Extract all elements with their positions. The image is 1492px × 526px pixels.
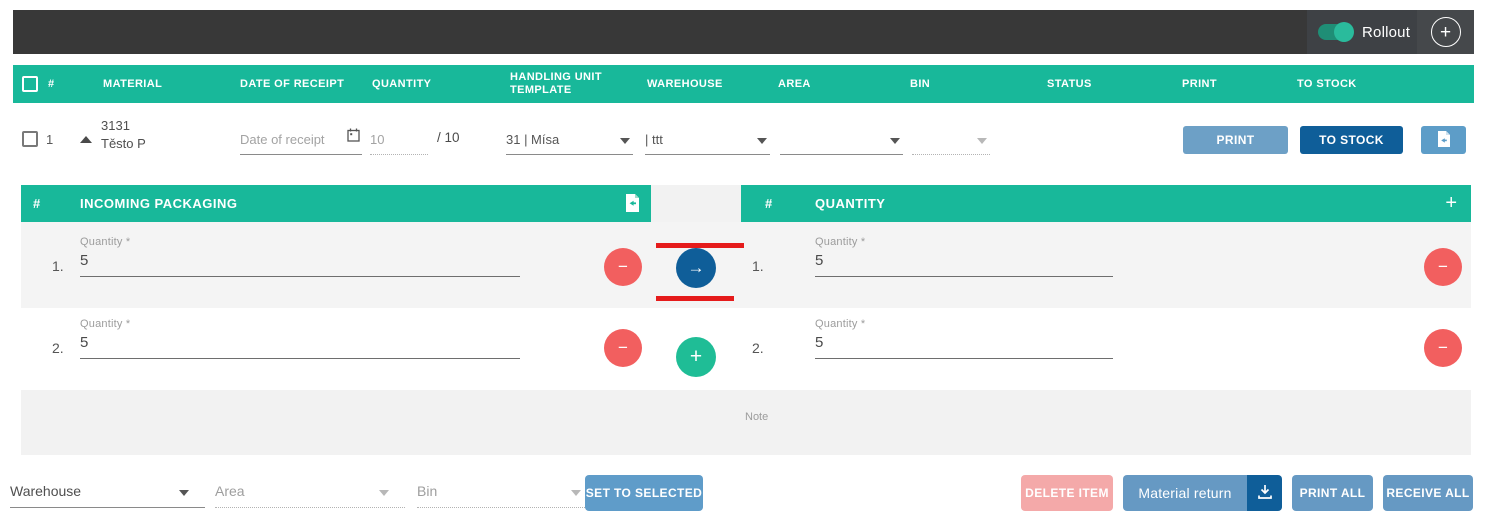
col-area: AREA — [778, 78, 811, 90]
quantity-field-value[interactable]: 5 — [80, 252, 88, 269]
quantity-field-label: Quantity * — [815, 318, 865, 330]
select-all-checkbox[interactable] — [22, 76, 38, 92]
transfer-arrow-button[interactable]: → — [676, 248, 716, 288]
copy-from-document-icon[interactable] — [624, 194, 639, 217]
col-status: STATUS — [1047, 78, 1092, 90]
chevron-down-icon — [179, 490, 189, 496]
material-return-download-button[interactable] — [1247, 475, 1282, 511]
quantity-field-value[interactable]: 5 — [815, 252, 823, 269]
quantity-field-label: Quantity * — [80, 318, 130, 330]
area-select[interactable] — [780, 123, 903, 155]
rollout-label: Rollout — [1362, 24, 1410, 41]
material-name: Těsto P — [101, 135, 146, 153]
row2-stripe — [21, 308, 1471, 390]
col-hash: # — [48, 78, 55, 90]
footer-bin-placeholder: Bin — [417, 483, 437, 499]
plus-circle-icon: + — [1431, 17, 1461, 47]
table-header: # MATERIAL DATE OF RECEIPT QUANTITY HAND… — [13, 65, 1474, 103]
col-warehouse: WAREHOUSE — [647, 78, 723, 90]
print-button[interactable]: PRINT — [1183, 126, 1288, 154]
quantity-row-number: 1. — [752, 258, 764, 274]
footer-warehouse-placeholder: Warehouse — [10, 483, 81, 499]
packaging-row-number: 2. — [52, 340, 64, 356]
to-stock-button[interactable]: TO STOCK — [1300, 126, 1403, 154]
toggle-switch-icon — [1318, 24, 1352, 40]
print-all-button[interactable]: PRINT ALL — [1292, 475, 1373, 511]
document-export-button[interactable] — [1421, 126, 1466, 154]
panel-header-gap — [651, 185, 741, 222]
panel-title: QUANTITY — [815, 196, 885, 211]
material-code: 3131 — [101, 117, 146, 135]
field-underline — [815, 358, 1113, 359]
calendar-icon — [347, 128, 360, 145]
row-checkbox[interactable] — [22, 131, 38, 147]
receive-all-button[interactable]: RECEIVE ALL — [1383, 475, 1473, 511]
warehouse-select[interactable]: | ttt — [645, 123, 770, 155]
col-date-of-receipt: DATE OF RECEIPT — [240, 78, 344, 90]
material-return-button[interactable]: Material return — [1123, 475, 1247, 511]
warehouse-value: | ttt — [645, 132, 663, 147]
bin-select-disabled — [912, 123, 990, 155]
rollout-toggle[interactable]: Rollout — [1307, 10, 1417, 54]
quantity-field-value[interactable]: 5 — [80, 334, 88, 351]
panel-hash: # — [33, 196, 40, 211]
packaging-row-number: 1. — [52, 258, 64, 274]
remove-packaging-row-button[interactable]: − — [604, 329, 642, 367]
add-quantity-row-button[interactable]: + — [1445, 192, 1457, 215]
chevron-down-icon — [571, 490, 581, 496]
panel-hash: # — [765, 196, 772, 211]
quantity-field-label: Quantity * — [815, 236, 865, 248]
material-cell: 3131 Těsto P — [101, 117, 146, 153]
annotation-line-bottom — [656, 296, 734, 301]
footer-bin-select-disabled: Bin — [417, 476, 597, 508]
handling-unit-template-value: 31 | Mísa — [506, 132, 559, 147]
handling-unit-template-select[interactable]: 31 | Mísa — [506, 123, 633, 155]
col-bin: BIN — [910, 78, 930, 90]
received-quantity-value: 10 — [370, 132, 384, 147]
chevron-down-icon — [977, 138, 987, 144]
remove-packaging-row-button[interactable]: − — [604, 248, 642, 286]
incoming-packaging-header: # INCOMING PACKAGING — [21, 185, 651, 222]
field-underline — [815, 276, 1113, 277]
col-to-stock: TO STOCK — [1297, 78, 1357, 90]
chevron-down-icon — [890, 138, 900, 144]
date-placeholder: Date of receipt — [240, 132, 325, 147]
note-input[interactable]: Note — [745, 411, 768, 423]
remove-quantity-row-button[interactable]: − — [1424, 329, 1462, 367]
footer-area-select-disabled: Area — [215, 476, 405, 508]
chevron-down-icon — [379, 490, 389, 496]
collapse-caret-icon[interactable] — [80, 136, 92, 143]
quantity-field-label: Quantity * — [80, 236, 130, 248]
set-to-selected-button[interactable]: SET TO SELECTED — [585, 475, 703, 511]
panel-title: INCOMING PACKAGING — [80, 196, 238, 211]
annotation-line-top — [656, 243, 744, 248]
footer-area-placeholder: Area — [215, 483, 245, 499]
download-icon — [1257, 484, 1273, 503]
footer-warehouse-select[interactable]: Warehouse — [10, 476, 205, 508]
col-material: MATERIAL — [103, 78, 162, 90]
top-action-bar: Rollout + — [13, 10, 1474, 54]
col-handling-unit-template: HANDLING UNIT TEMPLATE — [510, 71, 616, 96]
chevron-down-icon — [757, 138, 767, 144]
quantity-field-value[interactable]: 5 — [815, 334, 823, 351]
quantity-row-number: 2. — [752, 340, 764, 356]
add-row-button[interactable]: + — [676, 337, 716, 377]
field-underline — [80, 358, 520, 359]
field-underline — [80, 276, 520, 277]
total-quantity: / 10 — [437, 130, 460, 145]
row-index: 1 — [46, 132, 53, 147]
received-quantity-input[interactable]: 10 — [370, 123, 428, 155]
receiving-screen: Rollout + # MATERIAL DATE OF RECEIPT QUA… — [0, 0, 1492, 526]
col-print: PRINT — [1182, 78, 1217, 90]
remove-quantity-row-button[interactable]: − — [1424, 248, 1462, 286]
date-of-receipt-input[interactable]: Date of receipt — [240, 123, 362, 155]
quantity-panel-header: # QUANTITY + — [741, 185, 1471, 222]
chevron-down-icon — [620, 138, 630, 144]
file-arrow-icon — [1437, 131, 1450, 150]
add-item-button[interactable]: + — [1417, 10, 1474, 54]
delete-item-button-disabled: DELETE ITEM — [1021, 475, 1113, 511]
row1-stripe — [21, 222, 1471, 308]
material-table-row: 1 3131 Těsto P Date of receipt 10 / 10 3… — [0, 103, 1492, 181]
col-quantity: QUANTITY — [372, 78, 431, 90]
